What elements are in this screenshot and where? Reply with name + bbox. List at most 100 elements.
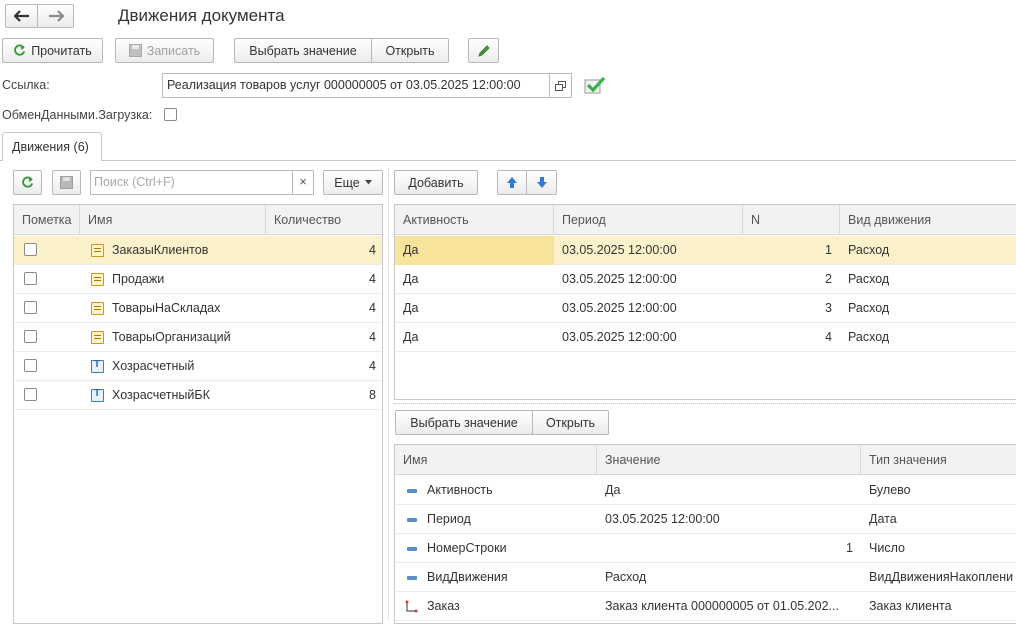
open-button-label: Открыть	[385, 43, 435, 58]
move-up-button[interactable]	[497, 170, 527, 195]
table-row[interactable]: Да 03.05.2025 12:00:00 1 Расход	[395, 236, 1016, 265]
arrow-right-icon	[48, 10, 64, 22]
details-table-header: Имя Значение Тип значения	[395, 445, 1016, 475]
back-button[interactable]	[5, 4, 38, 28]
table-row[interactable]: Хозрасчетный 4	[14, 352, 382, 381]
column-active[interactable]: Активность	[395, 205, 554, 235]
dimension-icon	[405, 600, 418, 613]
ref-label: Ссылка:	[2, 78, 50, 92]
details-select-value-button[interactable]: Выбрать значение	[395, 410, 533, 435]
exchange-label: ОбменДанными.Загрузка:	[2, 108, 153, 122]
column-n[interactable]: N	[743, 205, 840, 235]
column-name[interactable]: Имя	[80, 205, 266, 235]
row-detail-name: Активность	[427, 483, 493, 497]
register-icon	[91, 302, 104, 315]
row-detail-type: Число	[869, 541, 905, 555]
move-down-button[interactable]	[527, 170, 557, 195]
column-detail-value[interactable]: Значение	[597, 445, 861, 475]
column-detail-type[interactable]: Тип значения	[861, 445, 1016, 475]
table-row[interactable]: Да 03.05.2025 12:00:00 3 Расход	[395, 294, 1016, 323]
exchange-checkbox[interactable]	[164, 108, 177, 121]
row-kind: Расход	[848, 243, 890, 257]
table-row[interactable]: ТоварыОрганизаций 4	[14, 323, 382, 352]
column-count[interactable]: Количество	[266, 205, 382, 235]
accounting-register-icon	[91, 388, 104, 402]
refresh-icon	[14, 44, 26, 56]
open-button[interactable]: Открыть	[372, 38, 449, 63]
row-mark-checkbox[interactable]	[24, 359, 37, 372]
details-table: Имя Значение Тип значения Активность Да …	[394, 444, 1016, 624]
row-detail-name: Заказ	[427, 599, 460, 613]
page-title: Движения документа	[118, 6, 285, 25]
row-detail-value: 03.05.2025 12:00:00	[605, 512, 720, 526]
refresh-button[interactable]	[13, 170, 42, 195]
table-row[interactable]: ХозрасчетныйБК 8	[14, 381, 382, 410]
arrow-down-icon	[536, 177, 547, 188]
row-detail-value: 1	[846, 541, 853, 555]
select-value-button[interactable]: Выбрать значение	[234, 38, 372, 63]
table-row[interactable]: Заказ Заказ клиента 000000005 от 01.05.2…	[395, 592, 1016, 621]
ref-field[interactable]: Реализация товаров услуг 000000005 от 03…	[162, 73, 550, 98]
row-name: ТоварыОрганизаций	[112, 330, 231, 344]
table-row[interactable]: Активность Да Булево	[395, 476, 1016, 505]
row-period: 03.05.2025 12:00:00	[562, 330, 677, 344]
register-icon	[91, 331, 104, 344]
row-detail-value: Заказ клиента 000000005 от 01.05.202...	[605, 599, 839, 613]
tab-movements[interactable]: Движения (6)	[2, 132, 102, 161]
ref-open-button[interactable]	[550, 73, 572, 98]
table-row[interactable]: Да 03.05.2025 12:00:00 2 Расход	[395, 265, 1016, 294]
table-row[interactable]: Период 03.05.2025 12:00:00 Дата	[395, 505, 1016, 534]
save-icon	[60, 176, 73, 189]
table-row[interactable]: ТоварыНаСкладах 4	[14, 294, 382, 323]
table-row[interactable]: ВидДвижения Расход ВидДвиженияНакоплени	[395, 563, 1016, 592]
table-row[interactable]: ЗаказыКлиентов 4	[14, 236, 382, 265]
panel-splitter[interactable]	[388, 168, 389, 620]
field-icon	[407, 489, 417, 493]
column-detail-name[interactable]: Имя	[395, 445, 597, 475]
write-button[interactable]: Записать	[115, 38, 214, 63]
table-row[interactable]: Продажи 4	[14, 265, 382, 294]
search-clear-button[interactable]: ×	[292, 170, 314, 195]
details-splitter[interactable]	[394, 403, 1016, 404]
read-button[interactable]: Прочитать	[2, 38, 103, 63]
row-kind: Расход	[848, 330, 890, 344]
ref-ok-icon	[584, 75, 606, 96]
write-button-label: Записать	[146, 43, 201, 58]
row-count: 4	[369, 301, 376, 315]
row-name: ХозрасчетныйБК	[112, 388, 210, 402]
save-icon	[128, 44, 142, 57]
row-name: Хозрасчетный	[112, 359, 195, 373]
row-n: 3	[825, 301, 832, 315]
save-list-button[interactable]	[52, 170, 81, 195]
search-placeholder: Поиск (Ctrl+F)	[94, 175, 175, 189]
forward-button[interactable]	[38, 4, 74, 28]
row-mark-checkbox[interactable]	[24, 330, 37, 343]
edit-button[interactable]	[468, 38, 499, 63]
row-count: 4	[369, 359, 376, 373]
row-active: Да	[403, 301, 419, 315]
chevron-down-icon	[364, 180, 372, 185]
row-period: 03.05.2025 12:00:00	[562, 272, 677, 286]
row-count: 4	[369, 272, 376, 286]
table-row[interactable]: Да 03.05.2025 12:00:00 4 Расход	[395, 323, 1016, 352]
row-period: 03.05.2025 12:00:00	[562, 243, 677, 257]
row-mark-checkbox[interactable]	[24, 301, 37, 314]
row-detail-type: Заказ клиента	[869, 599, 952, 613]
row-mark-checkbox[interactable]	[24, 243, 37, 256]
row-mark-checkbox[interactable]	[24, 388, 37, 401]
details-open-label: Открыть	[545, 415, 596, 430]
table-row[interactable]: НомерСтроки 1 Число	[395, 534, 1016, 563]
column-kind[interactable]: Вид движения	[840, 205, 1016, 235]
column-period[interactable]: Период	[554, 205, 743, 235]
row-mark-checkbox[interactable]	[24, 272, 37, 285]
column-mark[interactable]: Пометка	[14, 205, 80, 235]
pencil-icon	[477, 44, 490, 57]
search-input[interactable]: Поиск (Ctrl+F)	[90, 170, 293, 195]
row-detail-name: НомерСтроки	[427, 541, 507, 555]
field-icon	[407, 518, 417, 522]
add-button[interactable]: Добавить	[394, 170, 478, 195]
row-name: ТоварыНаСкладах	[112, 301, 221, 315]
details-open-button[interactable]: Открыть	[533, 410, 609, 435]
row-detail-value: Да	[605, 483, 621, 497]
more-button[interactable]: Еще	[323, 170, 383, 195]
